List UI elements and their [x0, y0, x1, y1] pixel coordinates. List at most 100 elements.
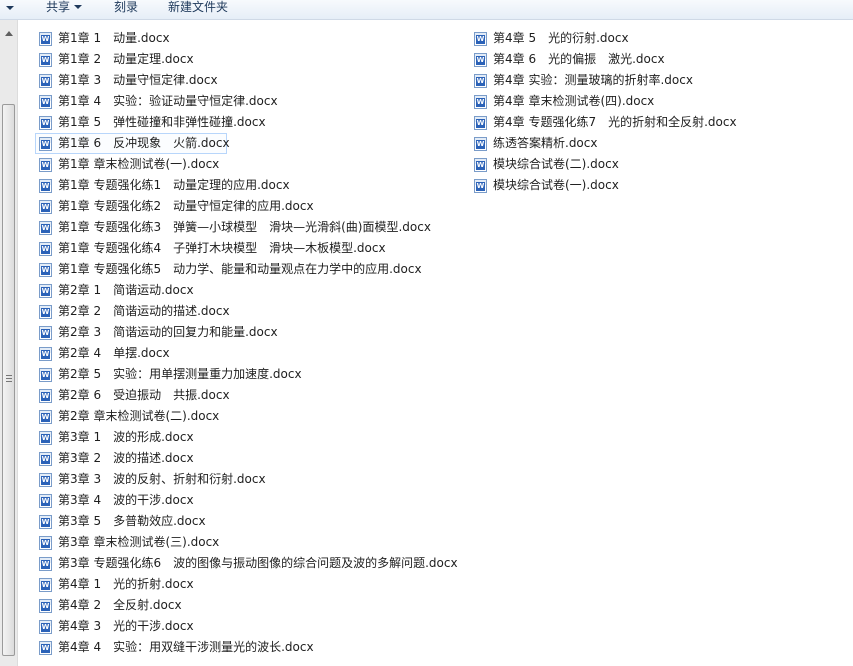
file-item[interactable]: W 第2章 2 简谐运动的描述.docx: [35, 301, 465, 322]
word-document-icon: W: [39, 74, 52, 88]
file-item[interactable]: W 第2章 5 实验：用单摆测量重力加速度.docx: [35, 364, 465, 385]
organize-dropdown-arrow-icon[interactable]: [6, 6, 14, 10]
file-name-label: 第1章 章末检测试卷(一).docx: [58, 157, 220, 171]
file-item[interactable]: W 第4章 专题强化练7 光的折射和全反射.docx: [470, 112, 850, 133]
file-name-label: 练透答案精析.docx: [493, 136, 598, 150]
word-document-icon: W: [39, 116, 52, 130]
scroll-up-arrow-icon[interactable]: [0, 26, 17, 42]
file-item[interactable]: W 第3章 专题强化练6 波的图像与振动图像的综合问题及波的多解问题.docx: [35, 553, 465, 574]
chevron-down-icon: [74, 4, 83, 9]
file-name-label: 第1章 1 动量.docx: [58, 31, 170, 45]
share-menu-button[interactable]: 共享: [46, 0, 83, 18]
scroll-thumb[interactable]: [2, 104, 15, 656]
file-name-label: 第4章 1 光的折射.docx: [58, 577, 194, 591]
word-document-icon: W: [474, 158, 487, 172]
word-document-icon: W: [39, 200, 52, 214]
vertical-scrollbar[interactable]: [0, 20, 18, 666]
file-name-label: 第3章 1 波的形成.docx: [58, 430, 194, 444]
word-document-icon: W: [39, 284, 52, 298]
word-document-icon: W: [474, 137, 487, 151]
file-item[interactable]: W 第2章 3 简谐运动的回复力和能量.docx: [35, 322, 465, 343]
file-item[interactable]: W 第4章 4 实验：用双缝干涉测量光的波长.docx: [35, 637, 465, 658]
file-item[interactable]: W 第1章 专题强化练2 动量守恒定律的应用.docx: [35, 196, 465, 217]
file-name-label: 第2章 4 单摆.docx: [58, 346, 170, 360]
file-name-label: 模块综合试卷(二).docx: [493, 157, 619, 171]
file-item[interactable]: W 练透答案精析.docx: [470, 133, 850, 154]
file-item[interactable]: W 第1章 5 弹性碰撞和非弹性碰撞.docx: [35, 112, 465, 133]
file-item[interactable]: W 第4章 1 光的折射.docx: [35, 574, 465, 595]
file-item[interactable]: W 第3章 1 波的形成.docx: [35, 427, 465, 448]
file-item[interactable]: W 第2章 4 单摆.docx: [35, 343, 465, 364]
word-document-icon: W: [39, 347, 52, 361]
word-document-icon: W: [39, 620, 52, 634]
file-item[interactable]: W 第1章 3 动量守恒定律.docx: [35, 70, 465, 91]
file-item[interactable]: W 第4章 2 全反射.docx: [35, 595, 465, 616]
word-document-icon: W: [39, 263, 52, 277]
file-column-2: W 第4章 5 光的衍射.docx W 第4章 6 光的偏振 激光.docx W 第4章 …: [470, 28, 850, 196]
file-item[interactable]: W 第1章 专题强化练3 弹簧—小球模型 滑块—光滑斜(曲)面模型.docx: [35, 217, 465, 238]
file-name-label: 第4章 4 实验：用双缝干涉测量光的波长.docx: [58, 640, 314, 654]
file-item[interactable]: W 第3章 3 波的反射、折射和衍射.docx: [35, 469, 465, 490]
file-item[interactable]: W 第3章 5 多普勒效应.docx: [35, 511, 465, 532]
word-document-icon: W: [39, 158, 52, 172]
word-document-icon: W: [39, 641, 52, 655]
file-item[interactable]: W 第2章 章末检测试卷(二).docx: [35, 406, 465, 427]
file-item[interactable]: W 第1章 章末检测试卷(一).docx: [35, 154, 465, 175]
file-item[interactable]: W 第4章 章末检测试卷(四).docx: [470, 91, 850, 112]
file-item[interactable]: W 第1章 1 动量.docx: [35, 28, 465, 49]
file-name-label: 第3章 5 多普勒效应.docx: [58, 514, 206, 528]
file-item[interactable]: W 第3章 4 波的干涉.docx: [35, 490, 465, 511]
file-item[interactable]: W 第1章 2 动量定理.docx: [35, 49, 465, 70]
word-document-icon: W: [474, 179, 487, 193]
file-item[interactable]: W 第1章 专题强化练4 子弹打木块模型 滑块—木板模型.docx: [35, 238, 465, 259]
file-name-label: 第1章 专题强化练3 弹簧—小球模型 滑块—光滑斜(曲)面模型.docx: [58, 220, 431, 234]
file-name-label: 第3章 3 波的反射、折射和衍射.docx: [58, 472, 266, 486]
file-name-label: 第2章 章末检测试卷(二).docx: [58, 409, 220, 423]
file-item[interactable]: W 第4章 3 光的干涉.docx: [35, 616, 465, 637]
burn-button[interactable]: 刻录: [114, 0, 138, 18]
file-list-pane[interactable]: W 第1章 1 动量.docx W 第1章 2 动量定理.docx W 第1章 3 动量守…: [19, 20, 853, 666]
file-item[interactable]: W 第3章 2 波的描述.docx: [35, 448, 465, 469]
file-name-label: 第2章 2 简谐运动的描述.docx: [58, 304, 230, 318]
file-name-label: 第1章 专题强化练5 动力学、能量和动量观点在力学中的应用.docx: [58, 262, 422, 276]
file-item[interactable]: W 第2章 1 简谐运动.docx: [35, 280, 465, 301]
file-item[interactable]: W 第4章 5 光的衍射.docx: [470, 28, 850, 49]
word-document-icon: W: [474, 32, 487, 46]
word-document-icon: W: [474, 95, 487, 109]
share-label: 共享: [46, 0, 71, 14]
file-item[interactable]: W 模块综合试卷(一).docx: [470, 175, 850, 196]
file-item[interactable]: W 第1章 6 反冲现象 火箭.docx: [35, 133, 230, 154]
file-name-label: 第2章 3 简谐运动的回复力和能量.docx: [58, 325, 278, 339]
word-document-icon: W: [39, 452, 52, 466]
word-document-icon: W: [39, 515, 52, 529]
file-name-label: 第3章 专题强化练6 波的图像与振动图像的综合问题及波的多解问题.docx: [58, 556, 458, 570]
file-name-label: 第3章 2 波的描述.docx: [58, 451, 194, 465]
file-item[interactable]: W 第2章 6 受迫振动 共振.docx: [35, 385, 465, 406]
word-document-icon: W: [39, 53, 52, 67]
grip-icon: [6, 375, 12, 382]
file-item[interactable]: W 第1章 4 实验：验证动量守恒定律.docx: [35, 91, 465, 112]
file-name-label: 第1章 4 实验：验证动量守恒定律.docx: [58, 94, 278, 108]
file-name-label: 第4章 6 光的偏振 激光.docx: [493, 52, 665, 66]
file-name-label: 第2章 1 简谐运动.docx: [58, 283, 194, 297]
file-name-label: 第3章 4 波的干涉.docx: [58, 493, 194, 507]
word-document-icon: W: [39, 95, 52, 109]
file-name-label: 模块综合试卷(一).docx: [493, 178, 619, 192]
file-name-label: 第1章 3 动量守恒定律.docx: [58, 73, 218, 87]
file-item[interactable]: W 模块综合试卷(二).docx: [470, 154, 850, 175]
word-document-icon: W: [39, 179, 52, 193]
file-name-label: 第4章 2 全反射.docx: [58, 598, 182, 612]
file-item[interactable]: W 第1章 专题强化练5 动力学、能量和动量观点在力学中的应用.docx: [35, 259, 465, 280]
new-folder-button[interactable]: 新建文件夹: [168, 0, 228, 18]
file-name-label: 第4章 5 光的衍射.docx: [493, 31, 629, 45]
file-name-label: 第4章 3 光的干涉.docx: [58, 619, 194, 633]
file-item[interactable]: W 第4章 6 光的偏振 激光.docx: [470, 49, 850, 70]
command-bar: 共享 刻录 新建文件夹: [0, 0, 853, 20]
file-item[interactable]: W 第3章 章末检测试卷(三).docx: [35, 532, 465, 553]
file-name-label: 第1章 专题强化练4 子弹打木块模型 滑块—木板模型.docx: [58, 241, 386, 255]
word-document-icon: W: [39, 389, 52, 403]
file-item[interactable]: W 第1章 专题强化练1 动量定理的应用.docx: [35, 175, 465, 196]
file-item[interactable]: W 第4章 实验：测量玻璃的折射率.docx: [470, 70, 850, 91]
word-document-icon: W: [39, 368, 52, 382]
word-document-icon: W: [39, 221, 52, 235]
